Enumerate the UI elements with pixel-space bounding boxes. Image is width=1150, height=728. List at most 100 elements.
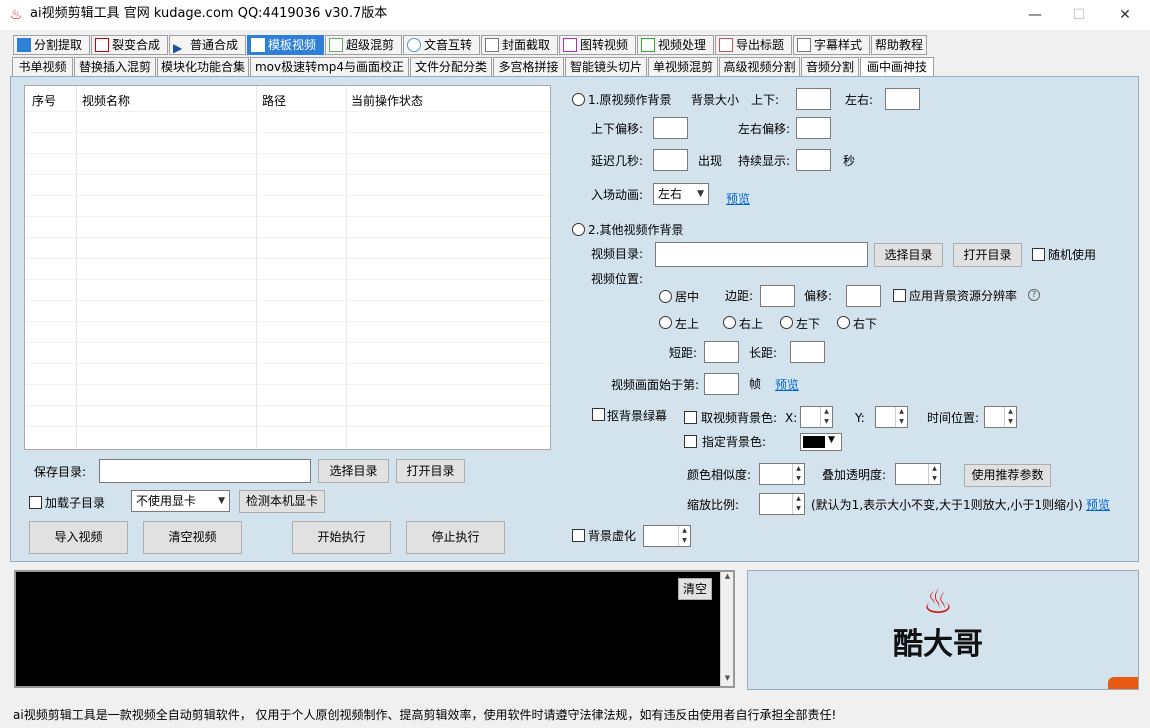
start-frame-label: 视频画面始于第: [611,378,700,392]
choose-save-dir-button[interactable]: 选择目录 [318,459,389,483]
detect-gpu-button[interactable]: 检测本机显卡 [239,490,325,513]
close-button[interactable]: ✕ [1102,0,1148,30]
subtab-modular[interactable]: 模块化功能合集 [157,57,249,77]
enter-anim-label: 入场动画: [591,188,644,202]
center-radio[interactable] [659,290,672,303]
image-icon [485,38,499,52]
tab-subtitle-style[interactable]: 字幕样式 [793,35,870,55]
tab-video-process[interactable]: 视频处理 [637,35,714,55]
logo-text: 酷大哥 [893,627,983,662]
frame-preview-link[interactable]: 预览 [775,378,799,392]
start-button[interactable]: 开始执行 [292,521,391,554]
chroma-key-checkbox[interactable] [592,408,605,421]
long-margin-input[interactable] [790,341,825,363]
delay-label: 延迟几秒: [591,154,644,168]
clear-video-button[interactable]: 清空视频 [143,521,242,554]
bg-blur-spinner[interactable]: ▲ ▼ [643,525,691,547]
x-spinner[interactable]: ▲ ▼ [800,406,833,428]
start-frame-input[interactable] [704,373,739,395]
time-pos-spinner[interactable]: ▲ ▼ [984,406,1017,428]
log-console[interactable]: 清空 ▲ ▼ [14,570,735,688]
spin-arrows-icon: ▲ ▼ [895,407,907,427]
tab-template-video[interactable]: 模板视频 [247,35,324,55]
subtab-grid-splice[interactable]: 多宫格拼接 [493,57,564,77]
choose-video-dir-button[interactable]: 选择目录 [874,243,943,267]
subtab-smart-slice[interactable]: 智能镜头切片 [565,57,647,77]
clear-log-button[interactable]: 清空 [678,578,712,600]
tab-split[interactable]: 分割提取 [13,35,90,55]
open-save-dir-button[interactable]: 打开目录 [396,459,465,483]
time-pos-label: 时间位置: [927,411,980,425]
other-bg-radio[interactable] [572,223,585,236]
anim-preview-link[interactable]: 预览 [726,192,750,206]
original-bg-radio[interactable] [572,93,585,106]
split-icon [17,38,31,52]
margin-input[interactable] [760,285,795,307]
tab-super-mix[interactable]: 超级混剪 [325,35,402,55]
import-video-button[interactable]: 导入视频 [29,521,128,554]
subtab-advanced-split[interactable]: 高级视频分割 [719,57,800,77]
top-left-label: 左上 [675,317,700,331]
original-bg-label: 1.原视频作背景 [588,93,672,107]
subtab-single-mix[interactable]: 单视频混剪 [648,57,718,77]
scroll-down-icon[interactable]: ▼ [722,674,733,682]
bottom-right-radio[interactable] [837,316,850,329]
stop-button[interactable]: 停止执行 [406,521,505,554]
frame-label: 帧 [749,377,762,391]
lr-offset-input[interactable] [796,117,831,139]
bottom-left-radio[interactable] [780,316,793,329]
short-margin-input[interactable] [704,341,739,363]
set-color-checkbox[interactable] [684,435,697,448]
ud-offset-label: 上下偏移: [591,122,644,136]
ud-offset-input[interactable] [653,117,688,139]
save-dir-input[interactable] [99,459,311,483]
log-scrollbar[interactable]: ▲ ▼ [720,572,733,686]
subtab-picture-in-picture[interactable]: 画中画神技 [860,57,934,77]
subtab-mov-to-mp4[interactable]: mov极速转mp4与画面校正 [250,57,409,77]
bg-blur-checkbox[interactable] [572,529,585,542]
overlay-alpha-spinner[interactable]: ▲ ▼ [895,463,941,485]
load-subdir-checkbox[interactable] [29,496,42,509]
video-dir-input[interactable] [655,242,868,267]
subtab-replace-insert[interactable]: 替换插入混剪 [74,57,156,77]
enter-anim-select[interactable]: 左右 ▼ [653,183,709,205]
scale-preview-link[interactable]: 预览 [1086,498,1110,512]
tab-fission[interactable]: 裂变合成 [91,35,168,55]
minimize-button[interactable]: — [1012,0,1058,30]
subtab-audio-split[interactable]: 音频分割 [801,57,859,77]
top-right-radio[interactable] [723,316,736,329]
bg-color-picker[interactable]: ▼ [800,433,842,451]
video-table[interactable]: 序号 视频名称 路径 当前操作状态 [24,85,551,450]
spin-arrows-icon: ▲ ▼ [928,464,940,484]
bg-ud-input[interactable] [796,88,831,110]
similarity-spinner[interactable]: ▲ ▼ [759,463,805,485]
tab-normal-merge[interactable]: ▶ 普通合成 [169,35,246,55]
tab-text-audio[interactable]: 文音互转 [403,35,480,55]
similarity-label: 颜色相似度: [687,468,752,482]
tab-help[interactable]: 帮助教程 [871,35,927,55]
tab-export-title[interactable]: 导出标题 [715,35,792,55]
delay-input[interactable] [653,149,688,171]
pick-color-checkbox[interactable] [684,411,697,424]
apply-res-checkbox[interactable] [893,289,906,302]
random-use-checkbox[interactable] [1032,248,1045,261]
scroll-up-icon[interactable]: ▲ [722,572,733,580]
top-left-radio[interactable] [659,316,672,329]
row-divider [25,342,550,343]
status-bar: ai视频剪辑工具是一款视频全自动剪辑软件， 仅用于个人原创视频制作、提高剪辑效率… [0,702,1150,728]
offset-input[interactable] [846,285,881,307]
gpu-select[interactable]: 不使用显卡 ▼ [131,490,230,512]
hot-spring-logo-icon: ♨ [922,582,954,622]
maximize-button[interactable]: ☐ [1056,0,1102,30]
recommend-params-button[interactable]: 使用推荐参数 [964,464,1051,487]
tab-image-to-video[interactable]: 图转视频 [559,35,636,55]
duration-input[interactable] [796,149,831,171]
tab-cover-capture[interactable]: 封面截取 [481,35,558,55]
bg-lr-input[interactable] [885,88,920,110]
open-video-dir-button[interactable]: 打开目录 [953,243,1022,267]
y-spinner[interactable]: ▲ ▼ [875,406,908,428]
subtab-book-video[interactable]: 书单视频 [12,57,73,77]
scale-spinner[interactable]: ▲ ▼ [759,493,805,515]
subtab-file-classify[interactable]: 文件分配分类 [410,57,492,77]
help-icon[interactable]: ? [1028,289,1040,301]
